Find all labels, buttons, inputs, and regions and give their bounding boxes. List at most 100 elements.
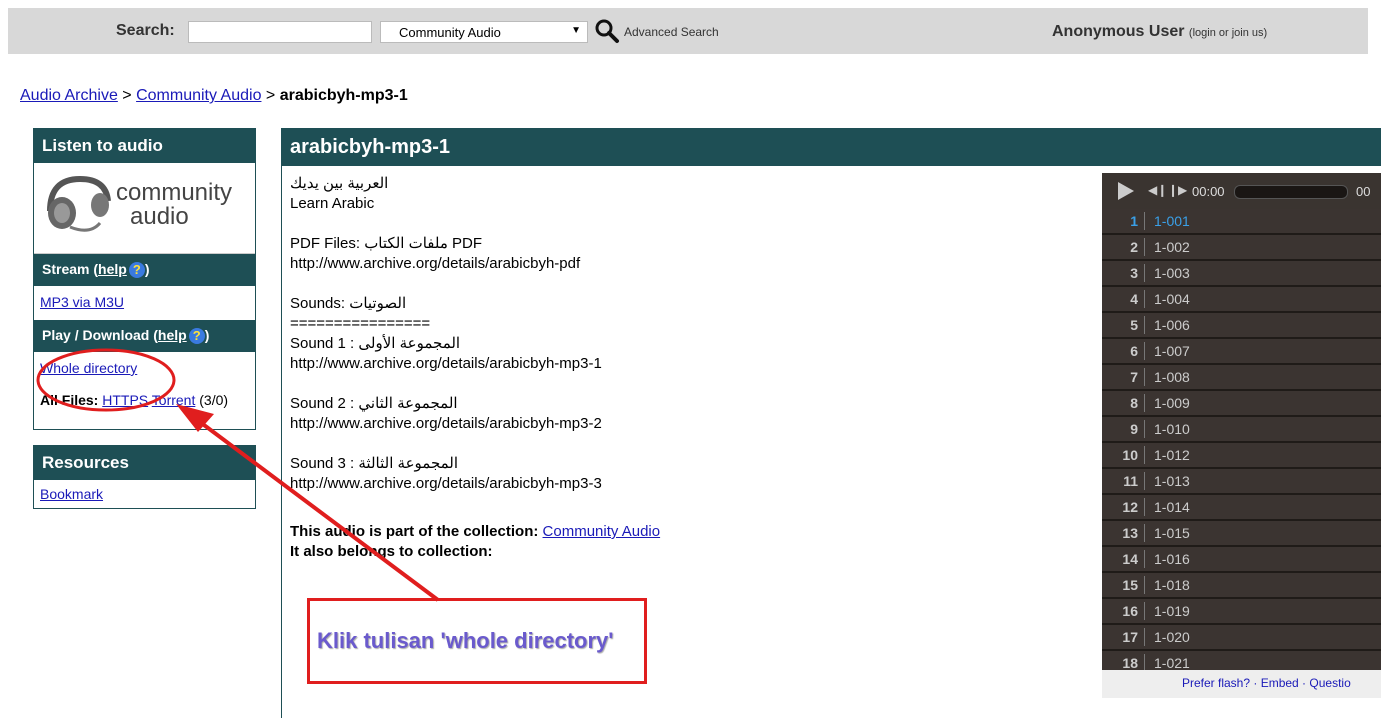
desc-sounds: Sounds: الصوتيات <box>290 295 407 312</box>
login-join-link[interactable]: (login or join us) <box>1189 27 1267 39</box>
track-row[interactable]: 15 1-018 <box>1102 573 1381 599</box>
desc-sound1-url: http://www.archive.org/details/arabicbyh… <box>290 355 602 372</box>
breadcrumb: Audio Archive > Community Audio > arabic… <box>20 87 408 105</box>
mp3-via-m3u-link[interactable]: MP3 via M3U <box>40 294 124 310</box>
search-input[interactable] <box>188 21 372 43</box>
play-download-help-link[interactable]: help <box>158 327 187 343</box>
collection-line: This audio is part of the collection: Co… <box>290 522 1090 542</box>
desc-sound2-url: http://www.archive.org/details/arabicbyh… <box>290 415 602 432</box>
annotation-text: Klik tulisan 'whole directory' <box>317 628 614 653</box>
community-audio-logo: community audio <box>34 163 255 254</box>
track-name: 1-002 <box>1154 239 1190 255</box>
advanced-search-link[interactable]: Advanced Search <box>624 25 719 39</box>
also-belongs: It also belongs to collection: <box>290 543 493 560</box>
track-row[interactable]: 12 1-014 <box>1102 495 1381 521</box>
track-row[interactable]: 1 1-001 <box>1102 209 1381 235</box>
collection-link[interactable]: Community Audio <box>543 523 661 540</box>
track-separator <box>1144 446 1145 464</box>
player-controls: ◀❙ ❙▶ 00:00 00 <box>1102 173 1381 209</box>
track-name: 1-019 <box>1154 603 1190 619</box>
listen-panel-title: Listen to audio <box>34 129 255 163</box>
listen-panel: Listen to audio community audio Stream (… <box>33 128 256 430</box>
stream-help-link[interactable]: help <box>98 261 127 277</box>
whole-directory-row: Whole directory <box>34 352 255 386</box>
track-separator <box>1144 290 1145 308</box>
track-number: 10 <box>1122 447 1138 463</box>
stream-label: Stream <box>42 261 90 277</box>
search-label: Search: <box>116 22 175 39</box>
https-link[interactable]: HTTPS <box>102 392 148 408</box>
search-icon[interactable] <box>594 18 620 44</box>
track-separator <box>1144 342 1145 360</box>
track-name: 1-003 <box>1154 265 1190 281</box>
track-name: 1-021 <box>1154 655 1190 671</box>
top-bar: Search: Community Audio ▼ Advanced Searc… <box>8 8 1368 54</box>
track-number: 4 <box>1130 291 1138 307</box>
play-download-header: Play / Download (help?) <box>34 320 255 352</box>
whole-directory-link[interactable]: Whole directory <box>40 360 137 376</box>
track-number: 5 <box>1130 317 1138 333</box>
track-separator <box>1144 212 1145 230</box>
track-separator <box>1144 472 1145 490</box>
track-number: 12 <box>1122 499 1138 515</box>
collection-select[interactable]: Community Audio ▼ <box>380 21 588 43</box>
breadcrumb-community-audio[interactable]: Community Audio <box>136 87 261 104</box>
bookmark-link[interactable]: Bookmark <box>40 486 103 502</box>
breadcrumb-audio-archive[interactable]: Audio Archive <box>20 87 118 104</box>
track-number: 9 <box>1130 421 1138 437</box>
play-icon[interactable] <box>1118 182 1134 200</box>
track-separator <box>1144 420 1145 438</box>
track-row[interactable]: 4 1-004 <box>1102 287 1381 313</box>
track-name: 1-009 <box>1154 395 1190 411</box>
track-row[interactable]: 5 1-006 <box>1102 313 1381 339</box>
track-separator <box>1144 316 1145 334</box>
track-name: 1-014 <box>1154 499 1190 515</box>
track-row[interactable]: 2 1-002 <box>1102 235 1381 261</box>
track-number: 18 <box>1122 655 1138 671</box>
track-number: 2 <box>1130 239 1138 255</box>
track-name: 1-012 <box>1154 447 1190 463</box>
resources-title: Resources <box>34 446 255 480</box>
track-separator <box>1144 628 1145 646</box>
user-name: Anonymous User <box>1052 23 1185 40</box>
track-name: 1-004 <box>1154 291 1190 307</box>
help-icon[interactable]: ? <box>188 328 205 345</box>
track-row[interactable]: 6 1-007 <box>1102 339 1381 365</box>
track-row[interactable]: 3 1-003 <box>1102 261 1381 287</box>
seek-bar[interactable] <box>1234 185 1348 199</box>
desc-pdf-files: PDF Files: ملفات الكتاب PDF <box>290 235 483 252</box>
breadcrumb-current: arabicbyh-mp3-1 <box>279 87 408 104</box>
track-row[interactable]: 17 1-020 <box>1102 625 1381 651</box>
track-separator <box>1144 264 1145 282</box>
all-files-label: All Files: <box>40 392 99 408</box>
desc-sound3: Sound 3 : المجموعة الثالثة <box>290 455 459 472</box>
torrent-link[interactable]: Torrent <box>152 392 196 408</box>
track-name: 1-001 <box>1154 213 1190 229</box>
track-name: 1-020 <box>1154 629 1190 645</box>
track-name: 1-015 <box>1154 525 1190 541</box>
track-separator <box>1144 524 1145 542</box>
track-row[interactable]: 13 1-015 <box>1102 521 1381 547</box>
next-track-icon[interactable]: ❙▶ <box>1168 183 1187 197</box>
track-row[interactable]: 7 1-008 <box>1102 365 1381 391</box>
track-row[interactable]: 16 1-019 <box>1102 599 1381 625</box>
collection-select-value: Community Audio <box>399 25 501 40</box>
stream-header: Stream (help?) <box>34 254 255 286</box>
help-icon[interactable]: ? <box>128 262 145 279</box>
track-row[interactable]: 11 1-013 <box>1102 469 1381 495</box>
track-row[interactable]: 10 1-012 <box>1102 443 1381 469</box>
track-row[interactable]: 14 1-016 <box>1102 547 1381 573</box>
player-footer[interactable]: Prefer flash? · Embed · Questio <box>1102 670 1381 698</box>
prev-track-icon[interactable]: ◀❙ <box>1148 183 1167 197</box>
user-info: Anonymous User (login or join us) <box>1052 23 1267 41</box>
track-separator <box>1144 394 1145 412</box>
track-number: 6 <box>1130 343 1138 359</box>
track-separator <box>1144 368 1145 386</box>
track-row[interactable]: 9 1-010 <box>1102 417 1381 443</box>
track-list: 1 1-001 2 1-002 3 1-003 4 1-004 5 1-006 6 1-007 7 1-0… <box>1102 209 1381 677</box>
track-number: 15 <box>1122 577 1138 593</box>
file-count: (3/0) <box>199 392 229 408</box>
track-row[interactable]: 8 1-009 <box>1102 391 1381 417</box>
track-number: 3 <box>1130 265 1138 281</box>
track-name: 1-016 <box>1154 551 1190 567</box>
